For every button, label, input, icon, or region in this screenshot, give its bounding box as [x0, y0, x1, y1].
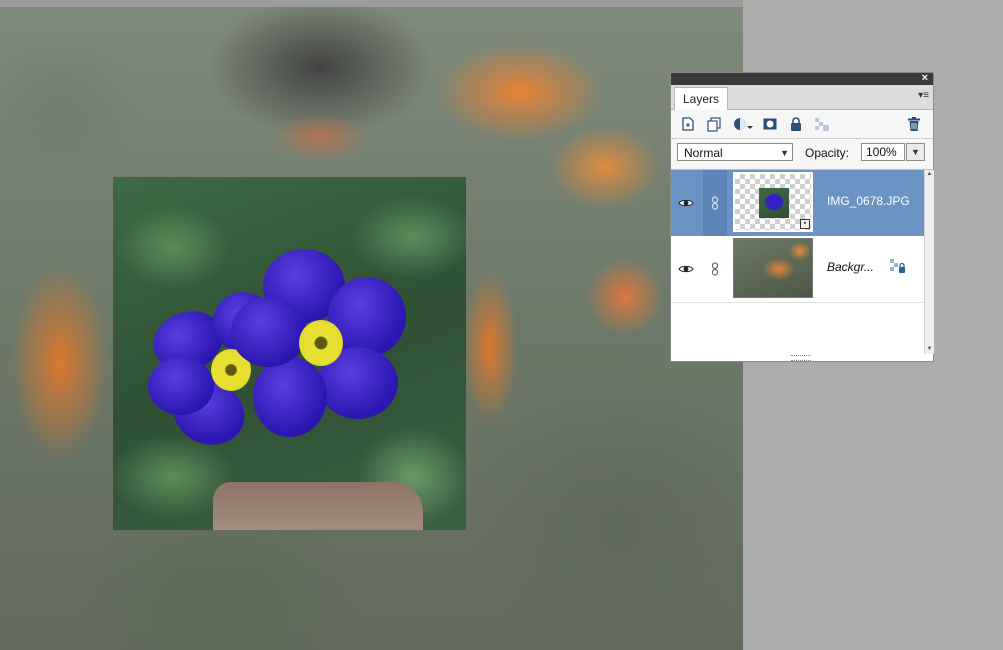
panel-menu-icon[interactable]: ▾≡	[918, 90, 929, 101]
link-icon	[711, 262, 719, 276]
panel-title-bar[interactable]: ×	[671, 71, 933, 85]
layer-link-toggle[interactable]	[703, 170, 727, 236]
duplicate-layer-icon[interactable]	[705, 115, 723, 133]
layers-panel: × Layers ▾≡ Normal ▼ Opacity: 100% ▼ ▪ I…	[670, 72, 934, 362]
tab-layers[interactable]: Layers	[674, 87, 729, 110]
panel-tab-row: Layers ▾≡	[671, 85, 933, 110]
eye-icon	[678, 199, 694, 207]
opacity-input[interactable]: 100%	[861, 143, 905, 161]
eye-icon	[678, 265, 694, 273]
opacity-label: Opacity:	[805, 146, 850, 160]
new-layer-icon[interactable]	[679, 115, 697, 133]
link-icon	[711, 196, 719, 210]
document-canvas[interactable]	[0, 7, 743, 650]
lock-all-icon[interactable]	[787, 115, 805, 133]
layer-link-toggle[interactable]	[703, 236, 727, 302]
layer-controls: Normal ▼ Opacity: 100% ▼	[671, 139, 933, 170]
canvas-top-edge	[0, 0, 743, 7]
close-icon[interactable]: ×	[922, 71, 928, 85]
opacity-dropdown-button[interactable]: ▼	[906, 143, 925, 161]
flower-petal	[253, 357, 327, 437]
layer-name[interactable]: Backgr...	[827, 260, 874, 274]
adjustment-layer-icon[interactable]	[731, 115, 755, 133]
flower-petal	[231, 297, 307, 367]
overlay-layer-image[interactable]	[113, 177, 466, 530]
chevron-down-icon: ▼	[780, 148, 789, 158]
blend-mode-value: Normal	[684, 146, 723, 160]
layers-toolbar	[671, 110, 933, 139]
thumbnail-image	[759, 188, 789, 218]
layer-row[interactable]: Backgr...	[671, 236, 924, 303]
stone	[213, 482, 423, 530]
layer-mask-icon[interactable]	[761, 115, 779, 133]
layer-row[interactable]: ▪ IMG_0678.JPG	[671, 170, 924, 236]
layers-scrollbar[interactable]: ▲ ▼	[924, 170, 934, 354]
smart-object-icon: ▪	[800, 219, 810, 229]
layer-name[interactable]: IMG_0678.JPG	[827, 194, 910, 208]
panel-resize-grip[interactable]	[791, 355, 811, 361]
flower-center	[299, 320, 343, 366]
layers-list: ▪ IMG_0678.JPG Backgr...	[671, 170, 924, 354]
layer-thumbnail[interactable]	[733, 238, 813, 298]
visibility-toggle[interactable]	[671, 170, 701, 236]
lock-transparent-icon[interactable]	[813, 115, 831, 133]
delete-layer-icon[interactable]	[905, 115, 923, 133]
background-lock-icon	[889, 258, 907, 281]
blend-mode-select[interactable]: Normal ▼	[677, 143, 793, 161]
layer-thumbnail[interactable]: ▪	[733, 172, 813, 232]
editor-window: { "panel": { "tab_label": "Layers", "clo…	[0, 0, 1003, 650]
scroll-up-arrow-icon[interactable]: ▲	[925, 170, 934, 179]
visibility-toggle[interactable]	[671, 236, 701, 302]
scroll-down-arrow-icon[interactable]: ▼	[925, 345, 934, 354]
flower-petal	[148, 357, 214, 415]
